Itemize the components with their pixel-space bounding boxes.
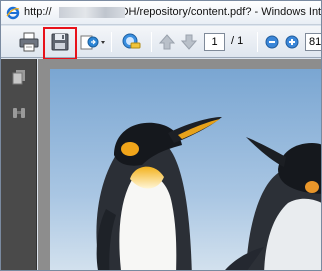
next-page-button[interactable] <box>179 30 199 54</box>
pdf-page <box>50 69 321 270</box>
ie-icon <box>6 6 20 20</box>
save-button-highlight <box>43 27 77 60</box>
toolbar-separator <box>257 32 258 52</box>
pages-panel-button[interactable] <box>11 69 27 85</box>
window-title-suffix: /DH/repository/content.pdf? - Windows In… <box>117 6 322 18</box>
page-total-label: / 1 <box>231 35 244 47</box>
document-viewport[interactable] <box>38 59 321 270</box>
previous-page-button[interactable] <box>157 30 177 54</box>
arrow-up-icon <box>158 34 176 50</box>
print-button[interactable] <box>17 30 41 54</box>
title-bar: http:// /DH/repository/content.pdf? - Win… <box>1 1 322 25</box>
pages-icon <box>12 70 25 85</box>
browser-window: http:// /DH/repository/content.pdf? - Win… <box>0 0 322 271</box>
find-button[interactable] <box>119 30 147 54</box>
redacted-host <box>59 7 125 18</box>
penguin-photo <box>50 69 321 270</box>
print-icon <box>19 32 39 52</box>
share-button[interactable] <box>77 30 107 54</box>
page-number-input[interactable]: 1 <box>204 33 225 51</box>
find-icon <box>122 33 141 49</box>
toolbar-separator <box>151 32 152 52</box>
zoom-in-icon <box>285 35 299 49</box>
window-title-prefix: http:// <box>24 6 52 18</box>
zoom-out-button[interactable] <box>263 30 281 54</box>
zoom-in-button[interactable] <box>283 30 301 54</box>
zoom-out-icon <box>265 35 279 49</box>
share-icon <box>80 35 105 50</box>
binoculars-icon <box>13 108 25 118</box>
zoom-input[interactable]: 81. <box>305 33 321 51</box>
toolbar-separator <box>111 32 112 52</box>
attachments-panel-button[interactable] <box>11 105 27 121</box>
navigation-sidebar <box>1 59 37 270</box>
arrow-down-icon <box>180 34 198 50</box>
